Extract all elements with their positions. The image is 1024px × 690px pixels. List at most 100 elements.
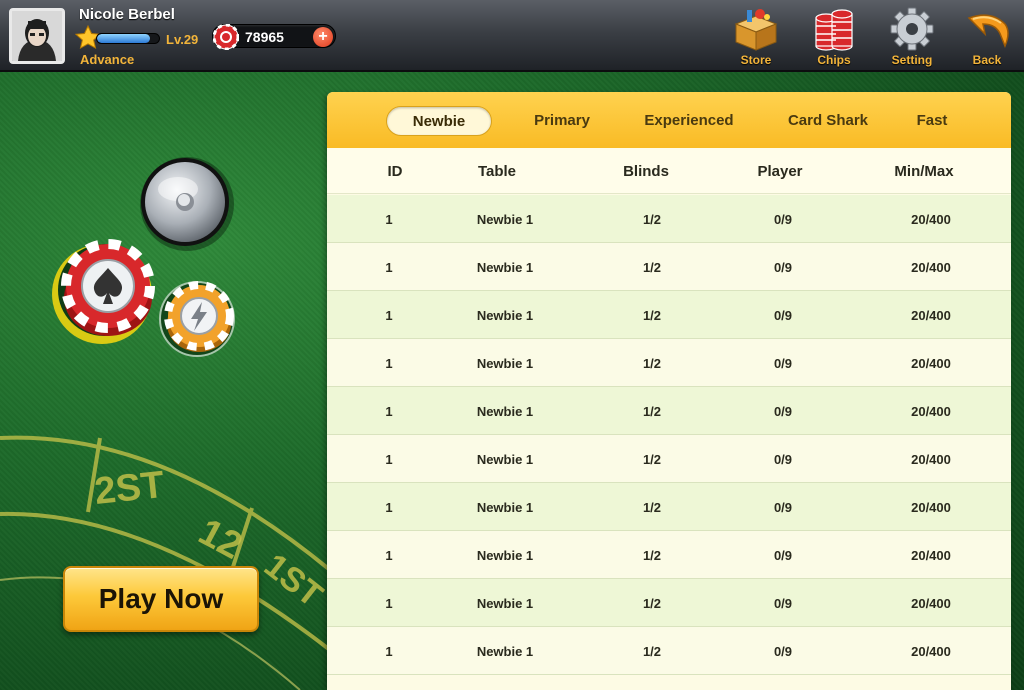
table-row[interactable]: 1 Newbie 1 1/2 0/9 20/400 [327,579,1011,627]
store-label: Store [740,53,772,67]
cell-minmax: 20/400 [911,212,951,227]
cell-minmax: 20/400 [911,452,951,467]
rank-label: Advance [80,52,135,67]
cell-player: 0/9 [773,212,793,227]
table-row[interactable]: 1 Newbie 1 1/2 0/9 20/400 [327,435,1011,483]
setting-label: Setting [891,53,933,67]
play-now-button[interactable]: Play Now [63,566,259,632]
table-header-row: ID Table Blinds Player Min/Max [327,148,1011,194]
table-marking-range: 12 [192,511,249,568]
cell-player: 0/9 [773,356,793,371]
spade-chip-icon[interactable] [50,238,158,344]
store-button[interactable]: Store [724,6,788,72]
cell-table: Newbie 1 [476,356,534,371]
chips-button[interactable]: Chips [802,6,866,72]
table-row[interactable]: 1 Newbie 1 1/2 0/9 20/400 [327,627,1011,675]
cell-table: Newbie 1 [476,260,534,275]
column-header-blinds: Blinds [623,163,669,180]
table-row[interactable]: 1 Newbie 1 1/2 0/9 20/400 [327,531,1011,579]
cell-id: 1 [385,452,393,467]
column-header-min-max: Min/Max [894,163,954,180]
avatar[interactable] [9,8,65,64]
add-chips-button[interactable]: + [313,27,333,47]
chip-amount: 78965 [245,29,284,45]
cell-player: 0/9 [773,452,793,467]
top-bar: Nicole Berbel Lv.29 Advance 78965 + Stor… [0,0,1024,72]
chips-label: Chips [817,53,851,67]
table-tabs: Newbie Primary Experienced Card Shark Fa… [327,92,1011,148]
column-header-id: ID [387,163,403,180]
cell-minmax: 20/400 [911,500,951,515]
cell-minmax: 20/400 [911,260,951,275]
cell-id: 1 [385,260,393,275]
cell-id: 1 [385,308,393,323]
cell-blinds: 1/2 [642,500,662,515]
table-markings: 2ST 12 1ST [0,435,330,690]
cell-blinds: 1/2 [642,404,662,419]
cell-player: 0/9 [773,644,793,659]
cell-minmax: 20/400 [911,644,951,659]
column-header-player: Player [757,163,803,180]
cell-id: 1 [385,356,393,371]
cell-blinds: 1/2 [642,644,662,659]
tab-card-shark[interactable]: Card Shark [773,106,883,136]
cell-blinds: 1/2 [642,308,662,323]
cell-id: 1 [385,212,393,227]
cell-minmax: 20/400 [911,404,951,419]
cell-player: 0/9 [773,404,793,419]
gear-icon [890,7,934,51]
back-button[interactable]: Back [955,6,1019,72]
xp-progress-bar [96,33,160,44]
cell-id: 1 [385,404,393,419]
table-row[interactable]: 1 Newbie 1 1/2 0/9 20/400 [327,243,1011,291]
box-icon [734,9,778,51]
back-label: Back [972,53,1002,67]
cell-blinds: 1/2 [642,452,662,467]
column-header-table: Table [477,163,517,180]
table-row[interactable]: 1 Newbie 1 1/2 0/9 20/400 [327,291,1011,339]
table-list-panel: Newbie Primary Experienced Card Shark Fa… [327,92,1011,690]
cell-minmax: 20/400 [911,308,951,323]
cell-minmax: 20/400 [911,548,951,563]
cell-table: Newbie 1 [476,596,534,611]
setting-button[interactable]: Setting [880,6,944,72]
player-name: Nicole Berbel [79,6,175,23]
table-marking-dozen: 2ST [93,464,167,513]
chip-stack-icon [815,9,853,51]
cell-blinds: 1/2 [642,596,662,611]
cell-table: Newbie 1 [476,548,534,563]
cell-player: 0/9 [773,596,793,611]
chip-icon [213,24,239,50]
cell-id: 1 [385,500,393,515]
cell-table: Newbie 1 [476,500,534,515]
tab-primary[interactable]: Primary [517,106,607,136]
cell-id: 1 [385,644,393,659]
cell-player: 0/9 [773,548,793,563]
cell-player: 0/9 [773,308,793,323]
cell-id: 1 [385,548,393,563]
tab-experienced[interactable]: Experienced [632,106,746,136]
chip-counter: 78965 + [212,24,336,50]
cell-minmax: 20/400 [911,596,951,611]
cell-minmax: 20/400 [911,356,951,371]
cell-table: Newbie 1 [476,404,534,419]
cell-table: Newbie 1 [476,212,534,227]
cell-blinds: 1/2 [642,548,662,563]
cell-table: Newbie 1 [476,452,534,467]
level-label: Lv.29 [166,32,199,47]
xp-progress-fill [97,34,150,43]
cell-table: Newbie 1 [476,644,534,659]
tab-newbie[interactable]: Newbie [386,106,492,136]
cell-table: Newbie 1 [476,308,534,323]
table-row[interactable]: 1 Newbie 1 1/2 0/9 20/400 [327,387,1011,435]
lightning-chip-icon[interactable] [158,280,236,358]
cell-blinds: 1/2 [642,260,662,275]
cell-player: 0/9 [773,500,793,515]
table-row[interactable]: 1 Newbie 1 1/2 0/9 20/400 [327,483,1011,531]
table-row[interactable]: 1 Newbie 1 1/2 0/9 20/400 [327,339,1011,387]
tab-fast[interactable]: Fast [905,106,959,136]
cell-id: 1 [385,596,393,611]
cell-player: 0/9 [773,260,793,275]
back-arrow-icon [967,14,1009,48]
table-row[interactable]: 1 Newbie 1 1/2 0/9 20/400 [327,195,1011,243]
